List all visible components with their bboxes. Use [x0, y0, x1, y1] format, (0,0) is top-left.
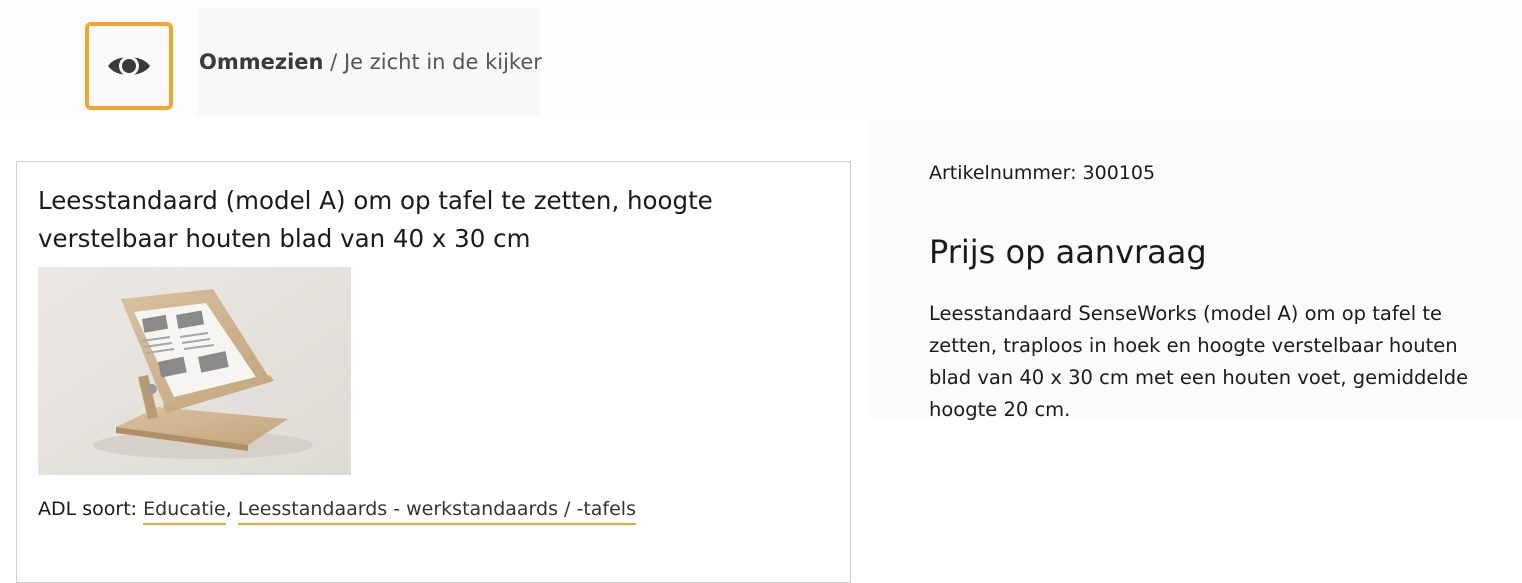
- product-image[interactable]: [38, 267, 351, 475]
- product-description: Leesstandaard SenseWorks (model A) om op…: [929, 302, 1469, 421]
- adl-categories: ADL soort: Educatie, Leesstandaards - we…: [38, 498, 636, 525]
- price-label: Prijs op aanvraag: [929, 233, 1207, 271]
- eye-icon: [108, 56, 150, 76]
- brand-name: Ommezien: [199, 50, 324, 74]
- reading-stand-photo: [38, 267, 351, 475]
- brand-title[interactable]: Ommezien / Je zicht in de kijker: [199, 50, 542, 74]
- brand-separator: /: [330, 50, 338, 74]
- adl-separator: ,: [225, 498, 232, 520]
- article-number: Artikelnummer: 300105: [929, 162, 1156, 184]
- adl-label: ADL soort:: [38, 498, 138, 520]
- adl-link-educatie[interactable]: Educatie: [143, 498, 226, 525]
- brand-tagline: Je zicht in de kijker: [343, 50, 542, 74]
- product-card: Leesstandaard (model A) om op tafel te z…: [16, 161, 851, 583]
- adl-link-leesstandaards[interactable]: Leesstandaards - werkstandaards / -tafel…: [237, 498, 636, 525]
- product-title[interactable]: Leesstandaard (model A) om op tafel te z…: [38, 182, 778, 258]
- site-logo[interactable]: [85, 22, 173, 110]
